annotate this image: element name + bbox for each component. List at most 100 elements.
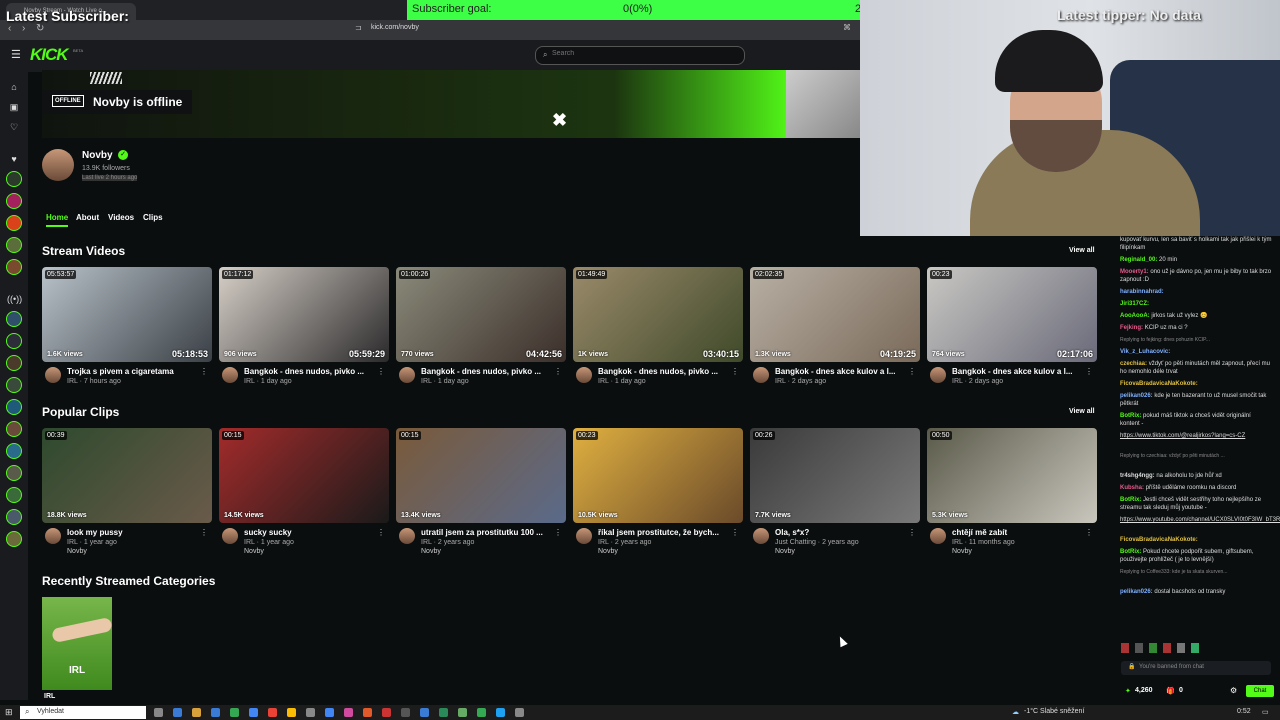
clip-title[interactable]: sucky sucky bbox=[244, 528, 374, 537]
video-card[interactable]: 01:00:26 770 views 04:42:56 Bangkok - dnes … bbox=[396, 267, 566, 397]
video-title[interactable]: Bangkok - dnes nudos, pivko ... bbox=[244, 367, 374, 376]
channel-avatar[interactable] bbox=[930, 528, 946, 544]
video-card[interactable]: 00:23 764 views 02:17:06 Bangkok - dnes akc… bbox=[927, 267, 1097, 397]
recommended-channel-avatar[interactable] bbox=[6, 333, 22, 349]
more-options-icon[interactable]: ⋮ bbox=[200, 367, 208, 376]
more-options-icon[interactable]: ⋮ bbox=[554, 367, 562, 376]
channel-avatar[interactable] bbox=[45, 367, 61, 383]
bookmark-icon[interactable]: ⊐ bbox=[355, 23, 362, 32]
tab-about[interactable]: About bbox=[76, 213, 99, 222]
clip-thumbnail[interactable]: 00:50 5.3K views bbox=[927, 428, 1097, 523]
chat-username[interactable]: Mooerty1: bbox=[1120, 269, 1149, 275]
recommended-channel-avatar[interactable] bbox=[6, 487, 22, 503]
category-label[interactable]: IRL bbox=[598, 378, 609, 385]
search-input[interactable] bbox=[552, 50, 732, 57]
clip-author[interactable]: Novby bbox=[67, 548, 87, 555]
chat-username[interactable]: Vik_z_Luhacovic: bbox=[1120, 349, 1170, 355]
video-thumbnail[interactable]: 00:23 764 views 02:17:06 bbox=[927, 267, 1097, 362]
clip-author[interactable]: Novby bbox=[598, 548, 618, 555]
category-label[interactable]: IRL bbox=[244, 539, 255, 546]
chat-username[interactable]: Kubsha: bbox=[1120, 485, 1144, 491]
clip-card[interactable]: 00:23 10.5K views říkal jsem prostitutce, … bbox=[573, 428, 743, 558]
clip-author[interactable]: Novby bbox=[775, 548, 795, 555]
channel-avatar[interactable] bbox=[45, 528, 61, 544]
taskbar-app-icon[interactable] bbox=[230, 708, 239, 717]
channel-avatar[interactable] bbox=[930, 367, 946, 383]
chat-username[interactable]: harabinnahrad: bbox=[1120, 289, 1164, 295]
taskbar-app-icon[interactable] bbox=[306, 708, 315, 717]
video-thumbnail[interactable]: 01:17:12 906 views 05:59:29 bbox=[219, 267, 389, 362]
settings-icon[interactable]: ⚙ bbox=[1230, 686, 1237, 695]
chat-username[interactable]: pelikan026: bbox=[1120, 589, 1153, 595]
recommended-channel-avatar[interactable] bbox=[6, 509, 22, 525]
recommended-channel-avatar[interactable] bbox=[6, 443, 22, 459]
followed-channel-avatar[interactable] bbox=[6, 215, 22, 231]
chat-username[interactable]: Jiri317CZ: bbox=[1120, 301, 1149, 307]
recommended-channel-avatar[interactable] bbox=[6, 377, 22, 393]
chat-username[interactable]: BotRix: bbox=[1120, 413, 1141, 419]
recommended-channel-avatar[interactable] bbox=[6, 311, 22, 327]
clip-title[interactable]: look my pussy bbox=[67, 528, 197, 537]
more-options-icon[interactable]: ⋮ bbox=[200, 528, 208, 537]
windows-start-icon[interactable]: ⊞ bbox=[5, 707, 13, 718]
taskbar-app-icon[interactable] bbox=[192, 708, 201, 717]
taskbar-app-icon[interactable] bbox=[287, 708, 296, 717]
taskbar-app-icon[interactable] bbox=[458, 708, 467, 717]
clip-card[interactable]: 00:15 14.5K views sucky sucky ⋮ IRL · 1 year… bbox=[219, 428, 389, 558]
channel-avatar[interactable] bbox=[222, 528, 238, 544]
chat-input[interactable]: 🔒 You're banned from chat bbox=[1121, 661, 1271, 675]
clip-thumbnail[interactable]: 00:26 7.7K views bbox=[750, 428, 920, 523]
taskbar-search[interactable]: ⌕ Vyhledat bbox=[20, 706, 146, 719]
followed-channel-avatar[interactable] bbox=[6, 237, 22, 253]
taskbar-app-icon[interactable] bbox=[154, 708, 163, 717]
taskbar-app-icon[interactable] bbox=[344, 708, 353, 717]
video-thumbnail[interactable]: 01:49:49 1K views 03:40:15 bbox=[573, 267, 743, 362]
video-title[interactable]: Bangkok - dnes akce kulov a l... bbox=[952, 367, 1082, 376]
chat-username[interactable]: BotRix: bbox=[1120, 549, 1141, 555]
video-title[interactable]: Bangkok - dnes akce kulov a l... bbox=[775, 367, 905, 376]
taskbar-app-icon[interactable] bbox=[363, 708, 372, 717]
following-icon[interactable]: ♡ bbox=[7, 122, 21, 133]
clip-author[interactable]: Novby bbox=[421, 548, 441, 555]
clip-thumbnail[interactable]: 00:23 10.5K views bbox=[573, 428, 743, 523]
gift-icon[interactable]: 🎁 bbox=[1166, 687, 1175, 695]
taskbar-app-icon[interactable] bbox=[268, 708, 277, 717]
recommended-channel-avatar[interactable] bbox=[6, 355, 22, 371]
taskbar-app-icon[interactable] bbox=[401, 708, 410, 717]
chat-username[interactable]: FicovaBradavicaNaKokote: bbox=[1120, 381, 1198, 387]
clip-card[interactable]: 00:15 13.4K views utratil jsem za prostitu… bbox=[396, 428, 566, 558]
clip-title[interactable]: utratil jsem za prostitutku 100 ... bbox=[421, 528, 551, 537]
channel-avatar[interactable] bbox=[222, 367, 238, 383]
clip-card[interactable]: 00:26 7.7K views Ola, s*x? ⋮ Just Chatting ·… bbox=[750, 428, 920, 558]
recommended-channel-avatar[interactable] bbox=[6, 421, 22, 437]
recommended-channel-avatar[interactable] bbox=[6, 399, 22, 415]
close-icon[interactable]: ✖ bbox=[552, 110, 567, 131]
category-label[interactable]: Just Chatting bbox=[775, 539, 816, 546]
taskbar-app-icon[interactable] bbox=[496, 708, 505, 717]
clip-card[interactable]: 00:50 5.3K views chtějí mě zabít ⋮ IRL · 11 … bbox=[927, 428, 1097, 558]
chat-username[interactable]: pelikan026: bbox=[1120, 393, 1153, 399]
more-options-icon[interactable]: ⋮ bbox=[377, 528, 385, 537]
more-options-icon[interactable]: ⋮ bbox=[1085, 367, 1093, 376]
more-options-icon[interactable]: ⋮ bbox=[731, 367, 739, 376]
channel-avatar[interactable] bbox=[753, 367, 769, 383]
clip-author[interactable]: Novby bbox=[952, 548, 972, 555]
channel-avatar[interactable] bbox=[399, 367, 415, 383]
clip-title[interactable]: chtějí mě zabít bbox=[952, 528, 1082, 537]
category-label[interactable]: IRL bbox=[421, 378, 432, 385]
more-options-icon[interactable]: ⋮ bbox=[1085, 528, 1093, 537]
video-title[interactable]: Bangkok - dnes nudos, pivko ... bbox=[598, 367, 728, 376]
chat-username[interactable]: AooAooA: bbox=[1120, 313, 1150, 319]
category-label[interactable]: IRL bbox=[952, 539, 963, 546]
category-name[interactable]: IRL bbox=[44, 693, 55, 700]
more-options-icon[interactable]: ⋮ bbox=[908, 367, 916, 376]
chat-link[interactable]: https://www.youtube.com/channel/UCX0SLVI… bbox=[1120, 517, 1280, 523]
channel-avatar[interactable] bbox=[576, 367, 592, 383]
chat-username[interactable]: tr4shg4ngg: bbox=[1120, 473, 1155, 479]
points-icon[interactable]: ✦ bbox=[1125, 687, 1131, 695]
clip-title[interactable]: Ola, s*x? bbox=[775, 528, 905, 537]
taskbar-app-icon[interactable] bbox=[249, 708, 258, 717]
clip-thumbnail[interactable]: 00:15 14.5K views bbox=[219, 428, 389, 523]
channel-avatar[interactable] bbox=[753, 528, 769, 544]
followed-channel-avatar[interactable] bbox=[6, 259, 22, 275]
